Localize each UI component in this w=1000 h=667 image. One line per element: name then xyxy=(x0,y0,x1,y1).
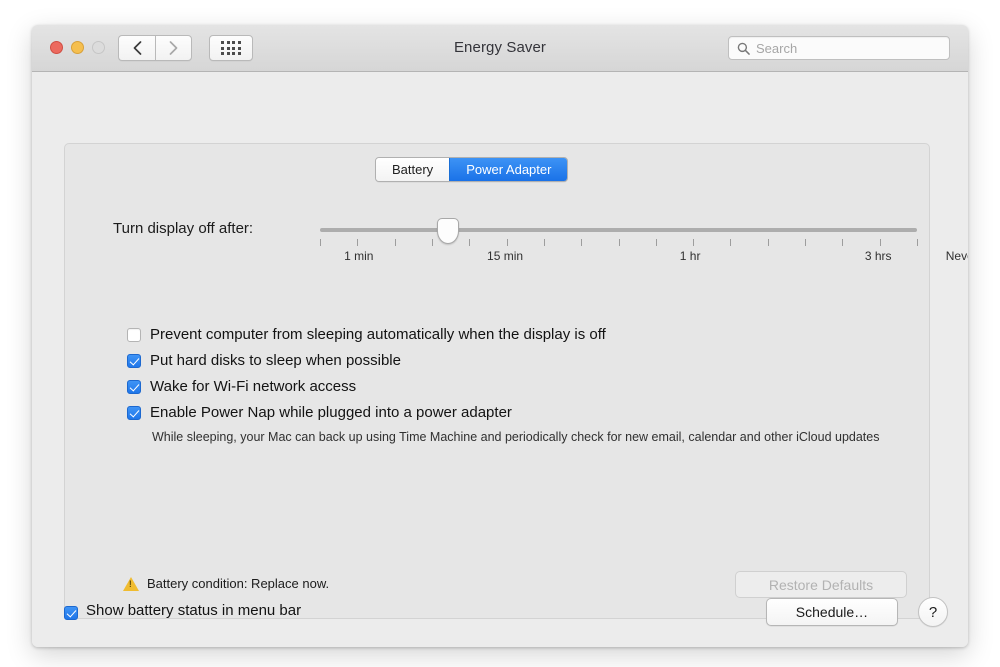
checkbox-label: Put hard disks to sleep when possible xyxy=(150,352,401,369)
tab-power-adapter[interactable]: Power Adapter xyxy=(449,158,568,181)
slider-tick xyxy=(842,239,844,246)
slider-tick xyxy=(543,239,545,246)
show-battery-status-label: Show battery status in menu bar xyxy=(86,602,302,619)
slider-tick xyxy=(879,239,881,246)
slider-track[interactable] xyxy=(320,228,917,232)
slider-tick xyxy=(394,239,396,246)
slider-tick xyxy=(730,239,732,246)
warning-triangle-icon xyxy=(123,576,139,591)
restore-defaults-button[interactable]: Restore Defaults xyxy=(735,571,907,598)
slider-tick-label: 1 min xyxy=(344,249,374,263)
slider-tick xyxy=(506,239,508,246)
slider-tick-label: 3 hrs xyxy=(864,249,892,263)
checkbox-label: Enable Power Nap while plugged into a po… xyxy=(150,404,512,421)
checkbox-row[interactable]: Wake for Wi-Fi network access xyxy=(127,377,907,397)
checkbox-label: Wake for Wi-Fi network access xyxy=(150,378,357,395)
slider-tick-labels: 1 min 15 min 1 hr 3 hrs Never xyxy=(320,249,968,265)
window-titlebar: Energy Saver Search xyxy=(32,25,968,72)
checkbox-2[interactable] xyxy=(127,380,141,394)
slider-tick xyxy=(693,239,695,246)
slider-tick xyxy=(357,239,359,246)
slider-tick xyxy=(469,239,471,246)
schedule-button[interactable]: Schedule… xyxy=(766,598,898,626)
checkbox-row[interactable]: Prevent computer from sleeping automatic… xyxy=(127,325,907,345)
help-button[interactable]: ? xyxy=(918,597,948,627)
checkbox-3[interactable] xyxy=(127,406,141,420)
slider-tick xyxy=(767,239,769,246)
checkbox-row[interactable]: Put hard disks to sleep when possible xyxy=(127,351,907,371)
checkbox-list: Prevent computer from sleeping automatic… xyxy=(127,325,907,449)
slider-tick-label: 15 min xyxy=(487,249,524,263)
slider-tick-label: 1 hr xyxy=(679,249,701,263)
slider-tick xyxy=(655,239,657,246)
slider-tick xyxy=(320,239,321,246)
settings-panel: Turn display off after: 1 min 15 min 1 hr 3… xyxy=(64,143,968,619)
slider-ticks xyxy=(320,239,918,247)
power-source-tabs: Battery Power Adapter xyxy=(375,157,569,182)
slider-tick xyxy=(431,239,433,246)
battery-condition: Battery condition: Replace now. xyxy=(123,576,329,591)
slider-label: Turn display off after: xyxy=(113,220,254,237)
checkbox-1[interactable] xyxy=(127,354,141,368)
window-body: Turn display off after: 1 min 15 min 1 hr 3… xyxy=(32,72,968,647)
search-field[interactable]: Search xyxy=(728,36,950,60)
checkbox-0[interactable] xyxy=(127,328,141,342)
slider-tick xyxy=(805,239,807,246)
slider-tick-label: Never xyxy=(945,249,968,263)
slider-tick xyxy=(917,239,918,246)
battery-condition-text: Battery condition: Replace now. xyxy=(147,576,330,591)
tab-battery[interactable]: Battery xyxy=(376,158,450,181)
search-icon xyxy=(737,42,750,55)
show-battery-status-checkbox[interactable] xyxy=(64,605,78,620)
search-placeholder: Search xyxy=(756,40,798,56)
checkbox-description: While sleeping, your Mac can back up usi… xyxy=(152,430,880,444)
checkbox-row[interactable]: Enable Power Nap while plugged into a po… xyxy=(127,403,907,423)
energy-saver-window: Energy Saver Search Turn display off aft… xyxy=(32,25,968,647)
show-battery-status-row[interactable]: Show battery status in menu bar xyxy=(64,601,301,621)
slider-tick xyxy=(618,239,620,246)
slider-tick xyxy=(581,239,583,246)
checkbox-label: Prevent computer from sleeping automatic… xyxy=(150,326,606,343)
